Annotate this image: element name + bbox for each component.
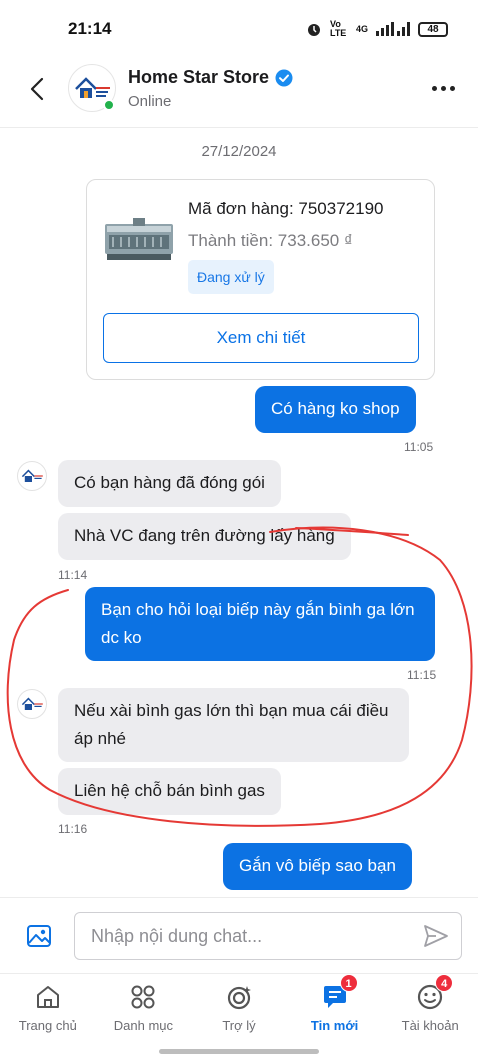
more-dot <box>431 85 437 91</box>
online-status: Online <box>128 93 172 110</box>
message-text: Nếu xài bình gas lớn thì bạn mua cái điề… <box>74 701 389 748</box>
message-bubble: Có hàng ko shop <box>255 386 416 433</box>
chat-header: Home Star Store Online <box>0 58 478 128</box>
order-card[interactable]: Mã đơn hàng: 750372190 Thành tiền: 733.6… <box>86 179 435 380</box>
notification-badge: 1 <box>339 974 358 992</box>
battery-level: 48 <box>427 23 439 35</box>
message-bubble: Nhà VC đang trên đường lấy hàng <box>58 513 351 560</box>
home-icon <box>36 986 59 1008</box>
message-time: 11:05 <box>404 440 434 454</box>
status-bar: 21:14 Vo LTE 4G 48 <box>0 0 478 58</box>
message-bubble: Có bạn hàng đã đóng gói <box>58 460 281 507</box>
send-icon[interactable] <box>422 922 450 950</box>
message-time: 11:16 <box>58 822 88 836</box>
alarm-icon <box>307 24 320 36</box>
chat-message-input[interactable] <box>74 912 462 960</box>
nav-label: Danh mục <box>113 1018 174 1033</box>
product-thumbnail <box>105 218 173 260</box>
account-icon-wrapper: 4 <box>415 974 454 1012</box>
shop-avatar <box>17 461 47 491</box>
assistant-icon <box>227 986 251 1010</box>
nav-assistant[interactable]: Trợ lý <box>191 974 287 1041</box>
order-status-badge: Đang xử lý <box>188 260 274 294</box>
message-bubble: Nếu xài bình gas lớn thì bạn mua cái điề… <box>58 688 409 762</box>
nav-label: Trang chủ <box>18 1018 77 1033</box>
status-time: 21:14 <box>68 19 112 38</box>
nav-label: Tài khoản <box>401 1018 459 1033</box>
date-separator: 27/12/2024 <box>201 143 277 160</box>
nav-home[interactable]: Trang chủ <box>0 974 96 1041</box>
home-indicator <box>159 1049 319 1054</box>
message-text: Nhà VC đang trên đường lấy hàng <box>74 526 335 545</box>
chevron-left-icon <box>30 77 44 101</box>
message-text: Bạn cho hỏi loại biếp này gắn bình ga lớ… <box>101 600 415 647</box>
image-upload-icon[interactable] <box>26 923 52 949</box>
nav-account[interactable]: 4 Tài khoản <box>382 974 478 1041</box>
message-text: Có hàng ko shop <box>271 399 400 418</box>
notification-badge: 4 <box>435 974 454 992</box>
network-type: Vo LTE <box>329 19 347 38</box>
message-bubble: Bạn cho hỏi loại biếp này gắn bình ga lớ… <box>85 587 435 661</box>
message-text: Có bạn hàng đã đóng gói <box>74 473 265 492</box>
view-detail-button[interactable]: Xem chi tiết <box>103 313 419 363</box>
message-time: 11:15 <box>407 668 437 682</box>
nav-categories[interactable]: Danh mục <box>96 974 192 1041</box>
store-logo-icon <box>21 697 43 710</box>
more-options-button[interactable] <box>430 78 456 98</box>
status-icons: Vo LTE 4G 48 <box>306 20 448 38</box>
store-name-text: Home Star Store <box>128 67 270 87</box>
nav-messages[interactable]: 1 Tin mới <box>287 974 383 1041</box>
bottom-navigation: Trang chủ Danh mục Trợ lý 1 Tin mới 4 Tà… <box>0 973 478 1041</box>
shop-avatar <box>17 689 47 719</box>
grid-icon <box>131 985 155 1009</box>
order-id: Mã đơn hàng: 750372190 <box>188 199 384 218</box>
nav-label: Trợ lý <box>222 1018 256 1033</box>
back-button[interactable] <box>22 74 52 104</box>
chat-input-bar <box>0 897 478 973</box>
verified-icon <box>275 69 293 86</box>
nav-label: Tin mới <box>310 1018 359 1033</box>
online-indicator <box>103 99 115 111</box>
store-logo-icon <box>21 469 43 482</box>
store-name[interactable]: Home Star Store <box>128 67 293 88</box>
chat-icon-wrapper: 1 <box>320 974 358 1012</box>
order-total: Thành tiền: 733.650 ₫ <box>188 231 353 250</box>
message-bubble: Gắn vô biếp sao bạn <box>223 843 412 890</box>
more-dot <box>440 85 446 91</box>
message-time: 11:14 <box>58 568 88 582</box>
message-text: Gắn vô biếp sao bạn <box>239 856 396 875</box>
signal-icon <box>376 22 410 36</box>
message-bubble: Liên hệ chỗ bán bình gas <box>58 768 281 815</box>
battery-icon: 48 <box>418 21 448 37</box>
signal-type: 4G <box>355 24 368 34</box>
message-text: Liên hệ chỗ bán bình gas <box>74 781 265 800</box>
more-dot <box>449 85 455 91</box>
